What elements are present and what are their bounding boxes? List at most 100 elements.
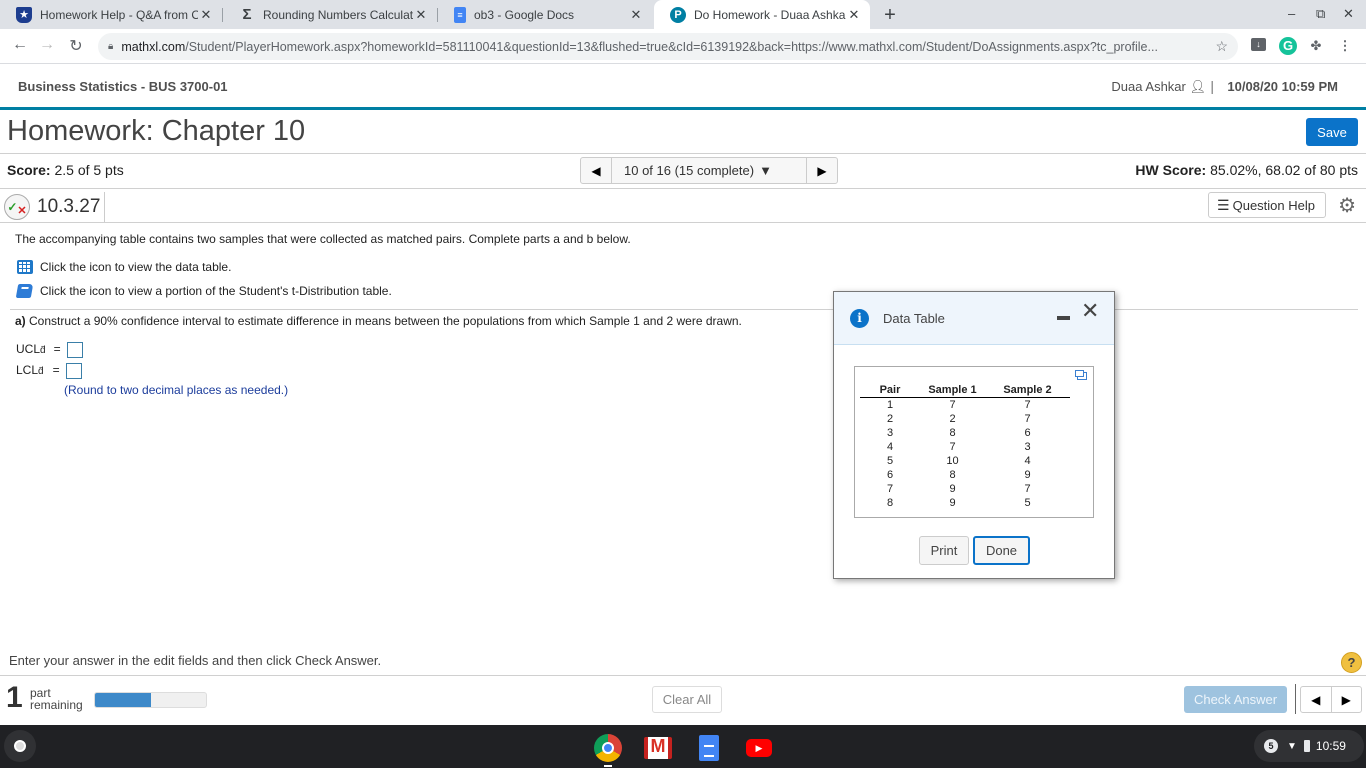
check-answer-button[interactable]: Check Answer: [1184, 686, 1287, 713]
previous-question-button[interactable]: ◀: [581, 158, 611, 183]
book-icon[interactable]: [15, 283, 34, 298]
course-header: Business Statistics - BUS 3700-01 Duaa A…: [0, 64, 1366, 110]
chrome-app-button[interactable]: [594, 734, 622, 762]
progress-fill: [95, 693, 151, 707]
pearson-icon: P: [670, 6, 686, 23]
data-table-icon[interactable]: [16, 259, 33, 274]
table-cell: 2: [886, 413, 894, 425]
table-cell: 10: [946, 455, 959, 467]
lock-icon: 🔒︎: [108, 41, 114, 52]
part-a-prompt: a) Construct a 90% confidence interval t…: [15, 314, 742, 328]
next-question-button[interactable]: ▶: [1332, 687, 1362, 712]
user-name[interactable]: Duaa Ashkar 👤︎: [1111, 79, 1206, 95]
forward-arrow-icon[interactable]: →: [37, 36, 57, 54]
close-tab-icon[interactable]: ✕: [628, 7, 644, 23]
bookmark-star-icon[interactable]: ☆: [1215, 38, 1228, 55]
ucl-input[interactable]: [66, 342, 83, 358]
ucl-row: UCL d̄ =: [16, 342, 83, 358]
table-row: 8 9 5: [860, 496, 1070, 510]
browser-tab-strip: ★ Homework Help - Q&A from Onli ✕ Σ Roun…: [0, 0, 1366, 29]
dialog-header[interactable]: i Data Table ✕: [834, 292, 1114, 345]
battery-icon: [1303, 740, 1310, 752]
system-tray[interactable]: 5 ▼ 10:59: [1254, 730, 1364, 762]
sigma-icon: Σ: [242, 6, 252, 23]
browser-tab-homework-help[interactable]: ★ Homework Help - Q&A from Onli ✕: [0, 0, 222, 29]
browser-toolbar: ← → ↻ 🔒︎ mathxl.com/Student/PlayerHomewo…: [0, 29, 1366, 64]
done-button[interactable]: Done: [973, 536, 1030, 565]
caret-down-icon: ▼: [759, 163, 772, 178]
divider: [0, 222, 1366, 223]
datetime: 10/08/20 10:59 PM: [1227, 79, 1338, 94]
back-arrow-icon[interactable]: ←: [10, 36, 30, 54]
close-tab-icon[interactable]: ✕: [846, 7, 862, 23]
minimize-dialog-icon[interactable]: [1057, 316, 1070, 320]
column-header: Sample 2: [985, 384, 1070, 398]
close-dialog-icon[interactable]: ✕: [1081, 298, 1099, 324]
table-cell: 7: [949, 399, 956, 411]
launcher-button[interactable]: [4, 730, 36, 762]
reload-icon[interactable]: ↻: [66, 36, 86, 56]
previous-question-button[interactable]: ◀: [1301, 687, 1332, 712]
table-cell: 7: [1024, 483, 1031, 495]
question-select-dropdown[interactable]: 10 of 16 (15 complete) ▼: [611, 158, 807, 183]
table-cell: 9: [949, 497, 956, 509]
rounding-instruction: (Round to two decimal places as needed.): [64, 383, 289, 397]
table-row: 4 7 3: [860, 440, 1070, 454]
table-cell: 6: [886, 469, 894, 481]
minimize-window-icon[interactable]: ‒: [1288, 6, 1295, 21]
address-bar[interactable]: 🔒︎ mathxl.com/Student/PlayerHomework.asp…: [98, 33, 1238, 60]
grammarly-icon[interactable]: G: [1279, 37, 1297, 55]
new-tab-button[interactable]: +: [880, 4, 900, 27]
parts-remaining-label: part remaining: [30, 686, 83, 712]
info-icon: i: [850, 309, 869, 328]
data-table-link[interactable]: Click the icon to view the data table.: [16, 259, 231, 274]
table-row: 7 9 7: [860, 482, 1070, 496]
browser-tab-do-homework[interactable]: P Do Homework - Duaa Ashkar ✕: [654, 0, 870, 29]
course-name: Business Statistics - BUS 3700-01: [18, 79, 228, 94]
google-docs-icon: [699, 735, 719, 761]
column-header: Sample 1: [920, 384, 985, 398]
docs-app-button[interactable]: [695, 734, 723, 762]
question-intro: The accompanying table contains two samp…: [15, 232, 631, 246]
table-header-row: Pair Sample 1 Sample 2: [860, 384, 1070, 398]
close-window-icon[interactable]: ✕: [1343, 6, 1354, 22]
gear-icon[interactable]: ⚙: [1338, 193, 1356, 218]
table-row: 5 10 4: [860, 454, 1070, 468]
data-table-container: Pair Sample 1 Sample 2 1 7 7 2 2 7 3 8 6 4 7 3 5 10 4 6…: [854, 366, 1094, 518]
table-cell: 9: [949, 483, 956, 495]
popout-icon[interactable]: [1075, 370, 1087, 380]
save-button[interactable]: Save: [1306, 118, 1358, 146]
close-tab-icon[interactable]: ✕: [198, 7, 214, 23]
launcher-icon: [14, 740, 26, 752]
clear-all-button[interactable]: Clear All: [652, 686, 722, 713]
youtube-icon: ▶: [746, 739, 772, 757]
parts-progress-bar: [94, 692, 207, 708]
data-table: Pair Sample 1 Sample 2 1 7 7 2 2 7 3 8 6 4 7 3 5 10 4 6…: [860, 384, 1070, 510]
print-button[interactable]: Print: [919, 536, 969, 565]
browser-tab-google-docs[interactable]: ≡ ob3 - Google Docs ✕: [438, 0, 652, 29]
question-help-button[interactable]: ☰ Question Help: [1208, 192, 1326, 218]
data-table-dialog: i Data Table ✕ Pair Sample 1 Sample 2 1 7…: [833, 291, 1115, 579]
table-cell: 6: [1024, 427, 1031, 439]
extensions-puzzle-icon[interactable]: ✤: [1307, 37, 1325, 55]
table-cell: 5: [1024, 497, 1031, 509]
close-tab-icon[interactable]: ✕: [413, 7, 429, 23]
t-table-link[interactable]: Click the icon to view a portion of the …: [15, 283, 392, 298]
browser-menu-icon[interactable]: ⋮: [1336, 37, 1354, 55]
table-cell: 3: [886, 427, 894, 439]
browser-tab-rounding-calculator[interactable]: Σ Rounding Numbers Calculator ✕: [223, 0, 437, 29]
youtube-app-button[interactable]: ▶: [745, 734, 773, 762]
help-question-icon[interactable]: ?: [1341, 652, 1362, 673]
restore-window-icon[interactable]: ⧉: [1316, 6, 1325, 22]
partial-credit-icon: ✓ ✕: [4, 194, 30, 220]
table-cell: 9: [1024, 469, 1031, 481]
table-cell: 2: [949, 413, 956, 425]
table-cell: 7: [886, 483, 894, 495]
table-row: 1 7 7: [860, 398, 1070, 413]
next-question-button[interactable]: ▶: [807, 158, 837, 183]
lcl-input[interactable]: [65, 363, 82, 379]
gmail-app-button[interactable]: [644, 734, 672, 762]
download-folder-icon[interactable]: ↓: [1251, 38, 1266, 51]
divider: [0, 153, 1366, 154]
parts-remaining-count: 1: [6, 681, 23, 714]
